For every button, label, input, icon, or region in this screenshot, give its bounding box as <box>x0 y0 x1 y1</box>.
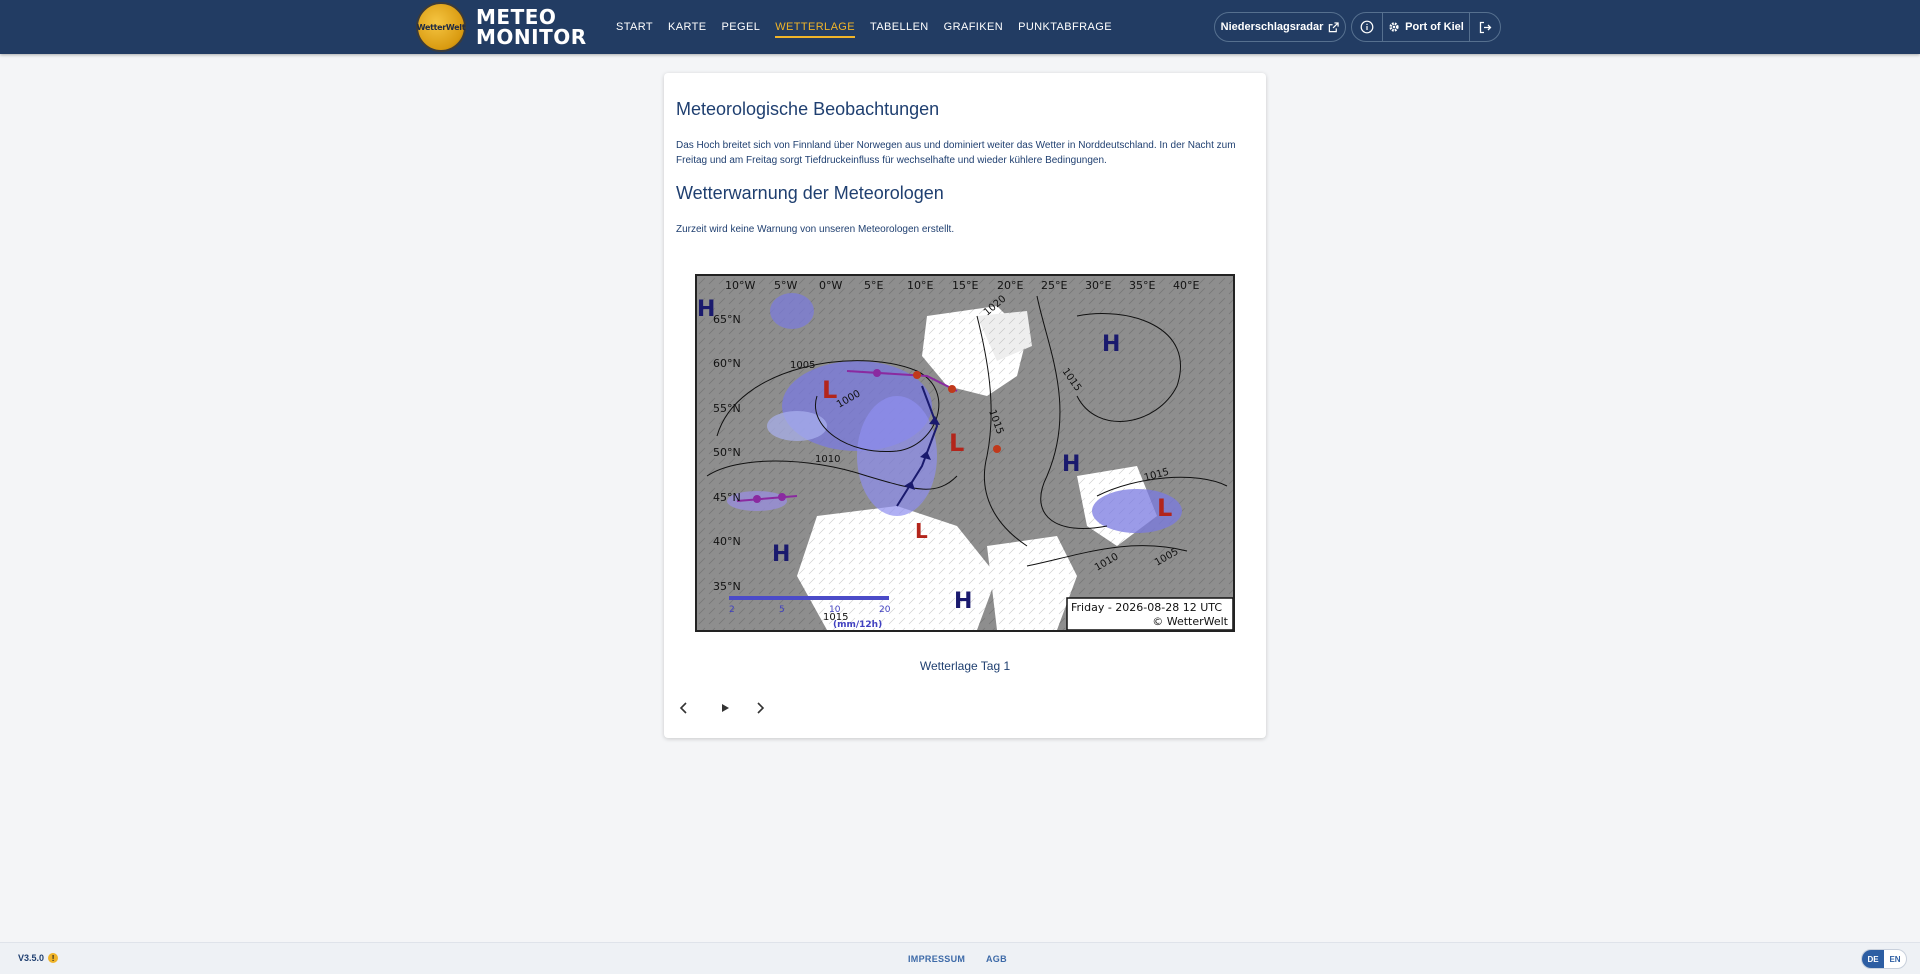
lat-label: 35°N <box>713 580 741 593</box>
isobar-label: 1005 <box>790 360 815 371</box>
map-copyright: © WetterWelt <box>1152 615 1228 628</box>
scale-tick: 20 <box>879 605 891 615</box>
observations-title: Meteorologische Beobachtungen <box>676 99 940 119</box>
lon-label: 10°E <box>907 279 933 292</box>
chevron-left-icon <box>679 702 687 714</box>
nav-wetterlage[interactable]: WETTERLAGE <box>775 0 855 54</box>
nav-karte[interactable]: KARTE <box>668 0 706 54</box>
weather-map: H H H H H L L L L 1005 1000 1010 1015 10… <box>695 274 1235 632</box>
nav-punktabfrage[interactable]: PUNKTABFRAGE <box>1018 0 1112 54</box>
lat-label: 40°N <box>713 535 741 548</box>
brand-name: METEO MONITOR <box>476 5 587 49</box>
impressum-link[interactable]: IMPRESSUM <box>908 954 965 964</box>
scale-tick: 2 <box>729 605 735 615</box>
lon-label: 15°E <box>952 279 978 292</box>
nav-grafiken[interactable]: GRAFIKEN <box>944 0 1003 54</box>
wetterwelt-logo-icon: WetterWelt <box>416 2 466 52</box>
header-actions-group: Port of Kiel <box>1351 12 1501 42</box>
play-icon <box>722 704 729 712</box>
weather-map-graphic: H H H H H L L L L 1005 1000 1010 1015 10… <box>697 276 1233 630</box>
lang-en-button[interactable]: EN <box>1884 950 1906 968</box>
next-button[interactable] <box>748 696 772 720</box>
precip-scale-bar <box>729 596 889 600</box>
info-button[interactable] <box>1352 13 1382 41</box>
warning-text: Zurzeit wird keine Warnung von unseren M… <box>676 224 955 235</box>
logout-icon <box>1479 21 1492 33</box>
lon-label: 30°E <box>1085 279 1111 292</box>
lang-de-button[interactable]: DE <box>1862 950 1884 968</box>
lon-label: 40°E <box>1173 279 1199 292</box>
main-nav: START KARTE PEGEL WETTERLAGE TABELLEN GR… <box>616 0 1127 54</box>
nav-start[interactable]: START <box>616 0 653 54</box>
nav-tabellen[interactable]: TABELLEN <box>870 0 929 54</box>
lat-label: 55°N <box>713 402 741 415</box>
update-warning-icon: ! <box>48 953 59 963</box>
footer: V3.5.0 ! IMPRESSUM AGB DE EN <box>0 942 1920 974</box>
weather-situation-card: Meteorologische Beobachtungen Das Hoch b… <box>664 73 1266 738</box>
lat-label: 50°N <box>713 446 741 459</box>
lon-label: 25°E <box>1041 279 1067 292</box>
language-switch: DE EN <box>1861 949 1907 969</box>
previous-button[interactable] <box>672 696 696 720</box>
lon-label: 35°E <box>1129 279 1155 292</box>
location-settings-button[interactable]: Port of Kiel <box>1383 13 1470 41</box>
top-app-bar: WetterWelt METEO MONITOR START KARTE PEG… <box>0 0 1920 54</box>
lat-label: 65°N <box>713 313 741 326</box>
svg-text:L: L <box>915 519 928 543</box>
svg-text:H: H <box>954 589 972 614</box>
niederschlagsradar-button[interactable]: Niederschlagsradar <box>1214 12 1346 42</box>
brand-logo[interactable]: WetterWelt METEO MONITOR <box>416 2 587 52</box>
lon-label: 0°W <box>819 279 842 292</box>
svg-text:L: L <box>949 429 964 457</box>
svg-text:H: H <box>1062 452 1080 477</box>
observations-text: Das Hoch breitet sich von Finnland über … <box>676 140 1236 166</box>
isobar-label: 1010 <box>815 454 840 465</box>
lon-label: 10°W <box>725 279 755 292</box>
nav-pegel[interactable]: PEGEL <box>722 0 761 54</box>
svg-text:L: L <box>822 376 837 404</box>
svg-text:H: H <box>772 542 790 567</box>
warning-title: Wetterwarnung der Meteorologen <box>676 183 944 203</box>
map-timestamp: Friday - 2026-08-28 12 UTC <box>1071 601 1222 614</box>
lat-label: 45°N <box>713 491 741 504</box>
chevron-right-icon <box>757 702 765 714</box>
lon-label: 20°E <box>997 279 1023 292</box>
info-icon <box>1360 20 1374 34</box>
svg-text:H: H <box>1102 332 1120 357</box>
scale-tick: 5 <box>779 605 785 615</box>
svg-text:L: L <box>1157 494 1172 522</box>
lon-label: 5°W <box>774 279 797 292</box>
logout-button[interactable] <box>1470 13 1500 41</box>
agb-link[interactable]: AGB <box>986 954 1007 964</box>
gear-icon <box>1389 22 1399 32</box>
version-info[interactable]: V3.5.0 ! <box>18 953 59 963</box>
external-link-icon <box>1329 21 1340 32</box>
play-button[interactable] <box>713 696 737 720</box>
scale-tick: 10 <box>829 605 841 615</box>
lat-label: 60°N <box>713 357 741 370</box>
scale-unit: (mm/12h) <box>833 620 882 630</box>
map-caption: Wetterlage Tag 1 <box>919 659 1011 673</box>
lon-label: 5°E <box>864 279 883 292</box>
